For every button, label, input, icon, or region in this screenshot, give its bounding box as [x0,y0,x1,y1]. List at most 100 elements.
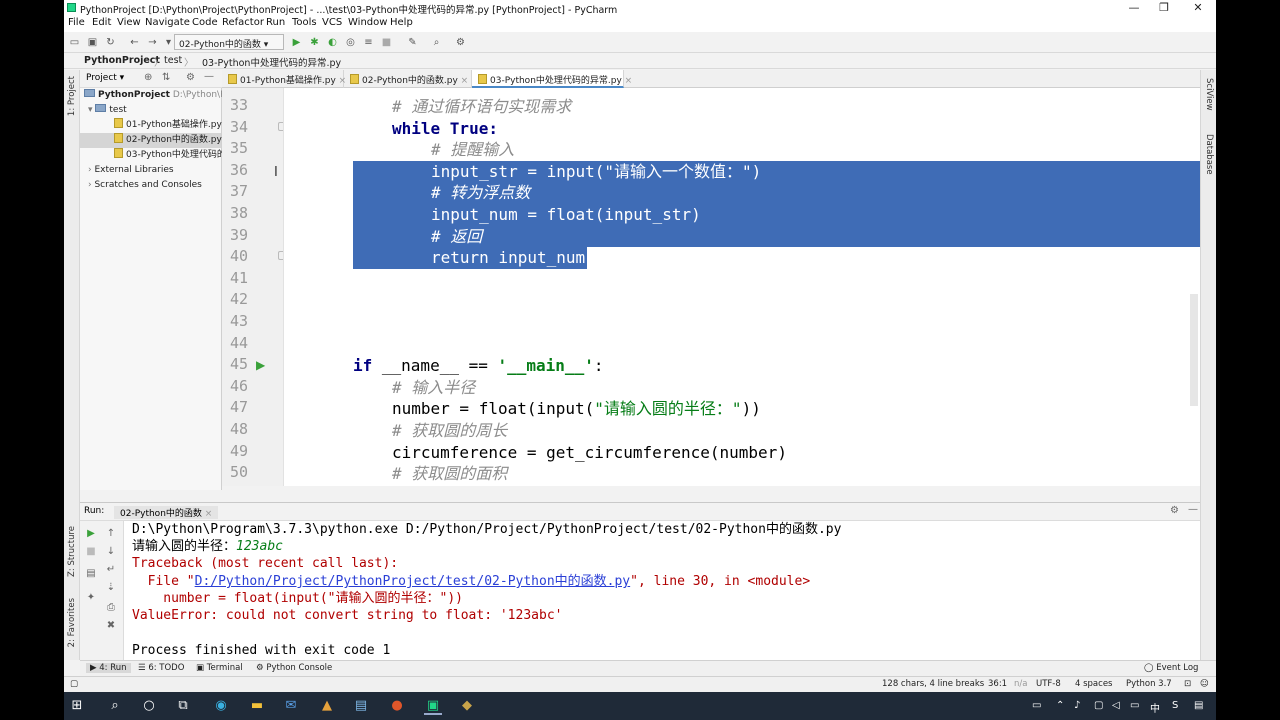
status-position[interactable]: 36:1 [988,679,1007,689]
collapse-icon[interactable]: ⇅ [162,72,170,83]
run-gutter-icon[interactable]: ▶ [256,358,265,372]
menu-edit[interactable]: Edit [92,17,111,28]
mail-icon[interactable]: ✉ [282,697,300,715]
concurrency-icon[interactable]: ≡ [362,36,375,49]
keyboard-icon[interactable]: ▭ [1032,700,1041,711]
scroll-to-end-icon[interactable]: ⇣ [104,581,118,595]
network-icon[interactable]: ▢ [1094,700,1103,711]
soft-wrap-icon[interactable]: ↵ [104,563,118,577]
close-icon[interactable]: × [625,76,633,86]
plugins-icon[interactable]: ⚙ [454,36,467,49]
trash-icon[interactable]: ✖ [104,619,118,633]
maximize-button[interactable]: ❐ [1152,1,1176,15]
down-icon[interactable]: ↓ [104,545,118,559]
ime-mode[interactable]: S [1172,700,1178,711]
search-icon[interactable]: ⌕ [106,697,124,715]
tree-item-scratches[interactable]: › Scratches and Consoles [88,178,202,193]
breadcrumb-folder[interactable]: test [164,55,182,66]
tree-item-file-03[interactable]: 03-Python中处理代码的 [114,148,226,163]
structure-tool-tab[interactable]: Z: Structure [67,526,77,577]
locate-icon[interactable]: ⊕ [144,72,152,83]
hide-panel-icon[interactable]: — [1188,504,1198,515]
status-encoding[interactable]: UTF-8 [1036,679,1061,689]
project-tool-tab[interactable]: 1: Project [67,76,77,116]
volume-icon[interactable]: ◁ [1112,700,1120,711]
up-icon[interactable]: ↑ [104,527,118,541]
menu-navigate[interactable]: Navigate [145,17,190,28]
code-editor[interactable]: # 通过循环语句实现需求 while True: # 提醒输入 input_st… [284,88,1200,486]
profile-icon[interactable]: ◎ [344,36,357,49]
open-folder-icon[interactable]: ▭ [68,36,81,49]
menu-view[interactable]: View [117,17,141,28]
pin-icon[interactable]: ✦ [84,591,98,605]
forward-icon[interactable]: → [146,36,159,49]
tree-item-project-root[interactable]: PythonProject D:\Python\Pro [84,88,234,103]
print-icon[interactable]: ⎙ [104,601,118,615]
rerun-icon[interactable]: ▶ [84,527,98,541]
file-explorer-icon[interactable]: ▬ [248,697,266,715]
app-icon[interactable]: ▲ [318,697,336,715]
settings-wrench-icon[interactable]: ✎ [406,36,419,49]
coverage-icon[interactable]: ◐ [326,36,339,49]
close-button[interactable]: ✕ [1186,1,1210,15]
save-icon[interactable]: ▣ [86,36,99,49]
tab-todo[interactable]: ☰ 6: TODO [138,663,184,673]
breadcrumb-file[interactable]: 03-Python中处理代码的异常.py [202,55,341,69]
notifications-center-icon[interactable]: ▤ [1194,700,1203,711]
editor-tab-02[interactable]: 02-Python中的函数.py × [344,70,472,88]
editor-tab-01[interactable]: 01-Python基础操作.py × [222,70,346,88]
notepad-icon[interactable]: ▤ [352,697,370,715]
tab-terminal[interactable]: ▣ Terminal [196,663,243,673]
windows-start-icon[interactable]: ⊞ [68,697,86,715]
editor-tab-03[interactable]: 03-Python中处理代码的异常.py × [472,70,632,88]
status-interpreter[interactable]: Python 3.7 [1126,679,1172,689]
menu-code[interactable]: Code [192,17,218,28]
close-icon[interactable]: × [205,509,213,519]
menu-vcs[interactable]: VCS [322,17,342,28]
tree-item-file-01[interactable]: 01-Python基础操作.py [114,118,222,133]
gear-icon[interactable]: ⚙ [1170,505,1179,516]
tab-run[interactable]: ▶ 4: Run [86,663,131,673]
menu-window[interactable]: Window [348,17,387,28]
back-icon[interactable]: ← [128,36,141,49]
hide-panel-icon[interactable]: — [204,71,214,82]
archive-icon[interactable]: ◆ [458,697,476,715]
microphone-icon[interactable]: ♪ [1074,700,1080,711]
sync-icon[interactable]: ↻ [104,36,117,49]
stop-icon[interactable]: ■ [380,36,393,49]
stop-icon[interactable]: ■ [84,545,98,559]
project-view-select[interactable]: Project ▾ [86,73,124,83]
gear-icon[interactable]: ⚙ [186,72,195,83]
search-icon[interactable]: ⌕ [430,36,443,49]
minimize-button[interactable]: — [1122,1,1146,15]
menu-tools[interactable]: Tools [292,17,317,28]
menu-refactor[interactable]: Refactor [222,17,264,28]
vertical-scrollbar[interactable] [1190,294,1198,406]
tree-item-test[interactable]: ▾ test [88,103,127,118]
cortana-icon[interactable]: ○ [140,697,158,715]
toggle-panels-icon[interactable]: ▢ [70,679,78,689]
tab-python-console[interactable]: ⚙ Python Console [256,663,332,673]
menu-help[interactable]: Help [390,17,413,28]
run-icon[interactable]: ▶ [290,36,303,49]
database-tool-tab[interactable]: Database [1204,134,1214,175]
event-log-button[interactable]: ◯ Event Log [1144,663,1198,673]
chevron-up-icon[interactable]: ⌃ [1056,700,1064,711]
favorites-tool-tab[interactable]: 2: Favorites [67,598,77,647]
powerpoint-icon[interactable]: ● [388,697,406,715]
lock-icon[interactable]: ⊡ [1184,679,1191,689]
output-file-link[interactable]: D:/Python/Project/PythonProject/test/02-… [195,574,631,589]
close-icon[interactable]: × [461,76,469,86]
debug-icon[interactable]: ✱ [308,36,321,49]
pycharm-taskbar-icon[interactable]: ▣ [424,697,442,715]
edge-icon[interactable]: ◉ [212,697,230,715]
breadcrumb-project[interactable]: PythonProject [84,55,160,66]
tree-item-file-02[interactable]: 02-Python中的函数.py [80,133,222,148]
task-view-icon[interactable]: ⧉ [174,697,192,715]
battery-icon[interactable]: ▭ [1130,700,1139,711]
layout-icon[interactable]: ▤ [84,567,98,581]
ime-indicator[interactable]: 中 [1150,700,1160,715]
run-tab[interactable]: 02-Python中的函数 × [114,506,219,519]
menu-file[interactable]: File [68,17,85,28]
status-indent[interactable]: 4 spaces [1075,679,1112,689]
